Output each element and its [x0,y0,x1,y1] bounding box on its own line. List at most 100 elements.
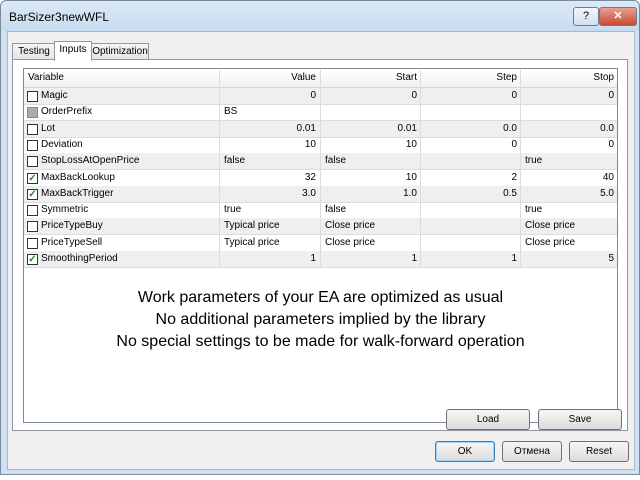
reset-button[interactable]: Reset [569,441,629,462]
table-row[interactable]: Lot 0.01 0.01 0.0 0.0 [24,120,617,138]
header-start[interactable]: Start [321,69,417,87]
variable-name: MaxBackLookup [41,171,115,183]
value-cell[interactable]: BS [224,104,320,120]
row-checkbox[interactable] [27,91,38,102]
table-row[interactable]: PriceTypeBuy Typical price Close price Clos… [24,218,617,236]
column-divider [219,136,220,153]
value-cell[interactable]: 0.01 [220,121,316,137]
load-button[interactable]: Load [446,409,530,430]
stop-cell[interactable]: Close price [525,235,617,251]
start-cell[interactable]: 1 [321,251,417,267]
column-divider [320,153,321,170]
column-divider [219,251,220,267]
row-checkbox[interactable]: ✓ [27,188,38,200]
start-cell[interactable]: 0.01 [321,121,417,137]
start-cell[interactable]: 1.0 [321,186,417,202]
inputs-grid[interactable]: Variable Value Start Step Stop Magic 0 0 0 0… [23,68,618,423]
value-cell[interactable]: Typical price [224,235,320,251]
stop-cell[interactable] [525,104,617,120]
value-cell[interactable]: 32 [220,170,316,186]
stop-cell[interactable]: true [525,202,617,218]
row-checkbox[interactable] [27,139,38,151]
step-cell[interactable] [425,153,521,169]
step-cell[interactable]: 0.5 [421,186,517,202]
step-cell[interactable] [425,104,521,120]
save-button[interactable]: Save [538,409,622,430]
row-checkbox[interactable] [27,221,38,233]
header-value[interactable]: Value [220,69,316,87]
row-checkbox[interactable]: ✓ [27,254,38,265]
table-row[interactable]: Symmetric true false true [24,202,617,220]
stop-cell[interactable]: true [525,153,617,169]
overlay-text-line: No special settings to be made for walk-… [116,333,525,350]
column-divider [520,218,521,235]
stop-cell[interactable]: 0 [521,137,614,153]
row-checkbox[interactable] [27,205,38,217]
stop-cell[interactable]: 40 [521,170,614,186]
value-cell[interactable]: 3.0 [220,186,316,202]
step-cell[interactable]: 0 [421,88,517,104]
header-stop[interactable]: Stop [521,69,614,87]
cancel-button[interactable]: Отмена [502,441,562,462]
start-cell[interactable]: 10 [321,170,417,186]
row-checkbox[interactable] [27,237,38,249]
table-row[interactable]: ✓ SmoothingPeriod 1 1 1 5 [24,251,617,268]
table-row[interactable]: OrderPrefix BS [24,104,617,122]
value-cell[interactable]: 0 [220,88,316,104]
start-cell[interactable]: Close price [325,218,421,234]
column-divider [320,169,321,186]
step-cell[interactable]: 0 [421,137,517,153]
help-button[interactable]: ? [573,7,599,26]
title-bar[interactable]: BarSizer3newWFL ? ✕ [1,1,639,31]
close-button[interactable]: ✕ [599,7,637,26]
tab-inputs[interactable]: Inputs [54,41,92,61]
value-cell[interactable]: 1 [220,251,316,267]
column-divider [520,153,521,170]
header-variable[interactable]: Variable [28,69,64,87]
table-row[interactable]: Deviation 10 10 0 0 [24,136,617,154]
start-cell[interactable]: Close price [325,235,421,251]
value-cell[interactable]: false [224,153,320,169]
row-checkbox[interactable]: ✓ [27,172,38,184]
step-cell[interactable]: 1 [421,251,517,267]
stop-cell[interactable]: Close price [525,218,617,234]
start-cell[interactable]: false [325,153,421,169]
value-cell[interactable]: Typical price [224,218,320,234]
step-cell[interactable]: 0.0 [421,121,517,137]
table-row[interactable]: Magic 0 0 0 0 [24,88,617,105]
ok-button[interactable]: OK [435,441,495,462]
step-cell[interactable]: 2 [421,170,517,186]
value-cell[interactable]: 10 [220,137,316,153]
column-divider [320,234,321,251]
stop-cell[interactable]: 5 [521,251,614,267]
column-divider [420,136,421,153]
tab-testing[interactable]: Testing [12,43,56,60]
row-checkbox[interactable] [27,156,38,168]
stop-cell[interactable]: 0.0 [521,121,614,137]
step-cell[interactable] [425,218,521,234]
table-row[interactable]: PriceTypeSell Typical price Close price Clo… [24,234,617,252]
step-cell[interactable] [425,235,521,251]
row-checkbox[interactable] [27,123,38,135]
table-row[interactable]: ✓ MaxBackLookup 32 10 2 40 [24,169,617,187]
stop-cell[interactable]: 0 [521,88,614,104]
column-divider [219,88,220,104]
column-divider [520,88,521,104]
step-cell[interactable] [425,202,521,218]
value-cell[interactable]: true [224,202,320,218]
start-cell[interactable]: false [325,202,421,218]
variable-name: SmoothingPeriod [41,253,118,264]
column-divider [320,202,321,219]
table-row[interactable]: ✓ MaxBackTrigger 3.0 1.0 0.5 5.0 [24,185,617,203]
overlay-text-line: Work parameters of your EA are optimized… [137,289,504,306]
start-cell[interactable] [325,104,421,120]
start-cell[interactable]: 10 [321,137,417,153]
tab-optimization[interactable]: Optimization [91,43,149,60]
column-divider [420,202,421,219]
table-row[interactable]: StopLossAtOpenPrice false false true [24,153,617,171]
column-divider [420,234,421,251]
start-cell[interactable]: 0 [321,88,417,104]
variable-name: Deviation [41,138,83,150]
stop-cell[interactable]: 5.0 [521,186,614,202]
header-step[interactable]: Step [421,69,517,87]
